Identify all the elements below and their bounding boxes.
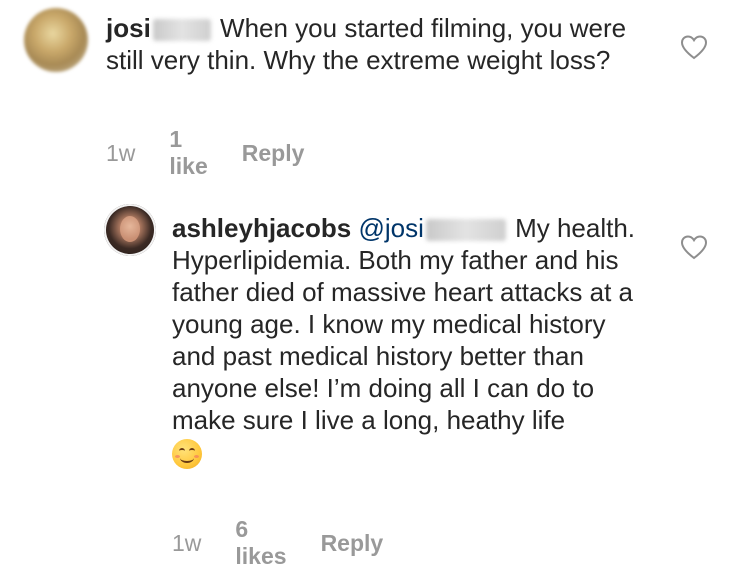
comment-time: 1w [172, 529, 202, 556]
mention-link[interactable]: @josi [358, 213, 423, 243]
like-count[interactable]: 1 like [169, 126, 207, 180]
redacted-mention-blur [425, 219, 506, 242]
user-avatar[interactable] [104, 204, 156, 256]
comment-meta: 1w 1 like Reply [106, 126, 338, 180]
redacted-username-blur [152, 19, 211, 42]
comment-text-block: josi When you started filming, you were … [106, 12, 646, 76]
comment-time: 1w [106, 139, 136, 166]
comment-meta: 1w 6 likes Reply [172, 516, 417, 570]
comment-body: My health. Hyperlipidemia. Both my fathe… [172, 213, 636, 435]
reply-button[interactable]: Reply [321, 530, 384, 557]
user-avatar[interactable] [24, 8, 88, 72]
reply-button[interactable]: Reply [242, 140, 305, 167]
heart-icon[interactable] [680, 234, 708, 260]
comment-username[interactable]: josi [106, 13, 151, 43]
comment-text-block: ashleyhjacobs @josi My health. Hyperlipi… [172, 212, 652, 470]
like-count[interactable]: 6 likes [235, 516, 286, 570]
smiling-face-emoji [172, 439, 202, 470]
avatar-face [120, 216, 140, 242]
heart-icon[interactable] [680, 34, 708, 60]
comment-username[interactable]: ashleyhjacobs [172, 213, 351, 243]
